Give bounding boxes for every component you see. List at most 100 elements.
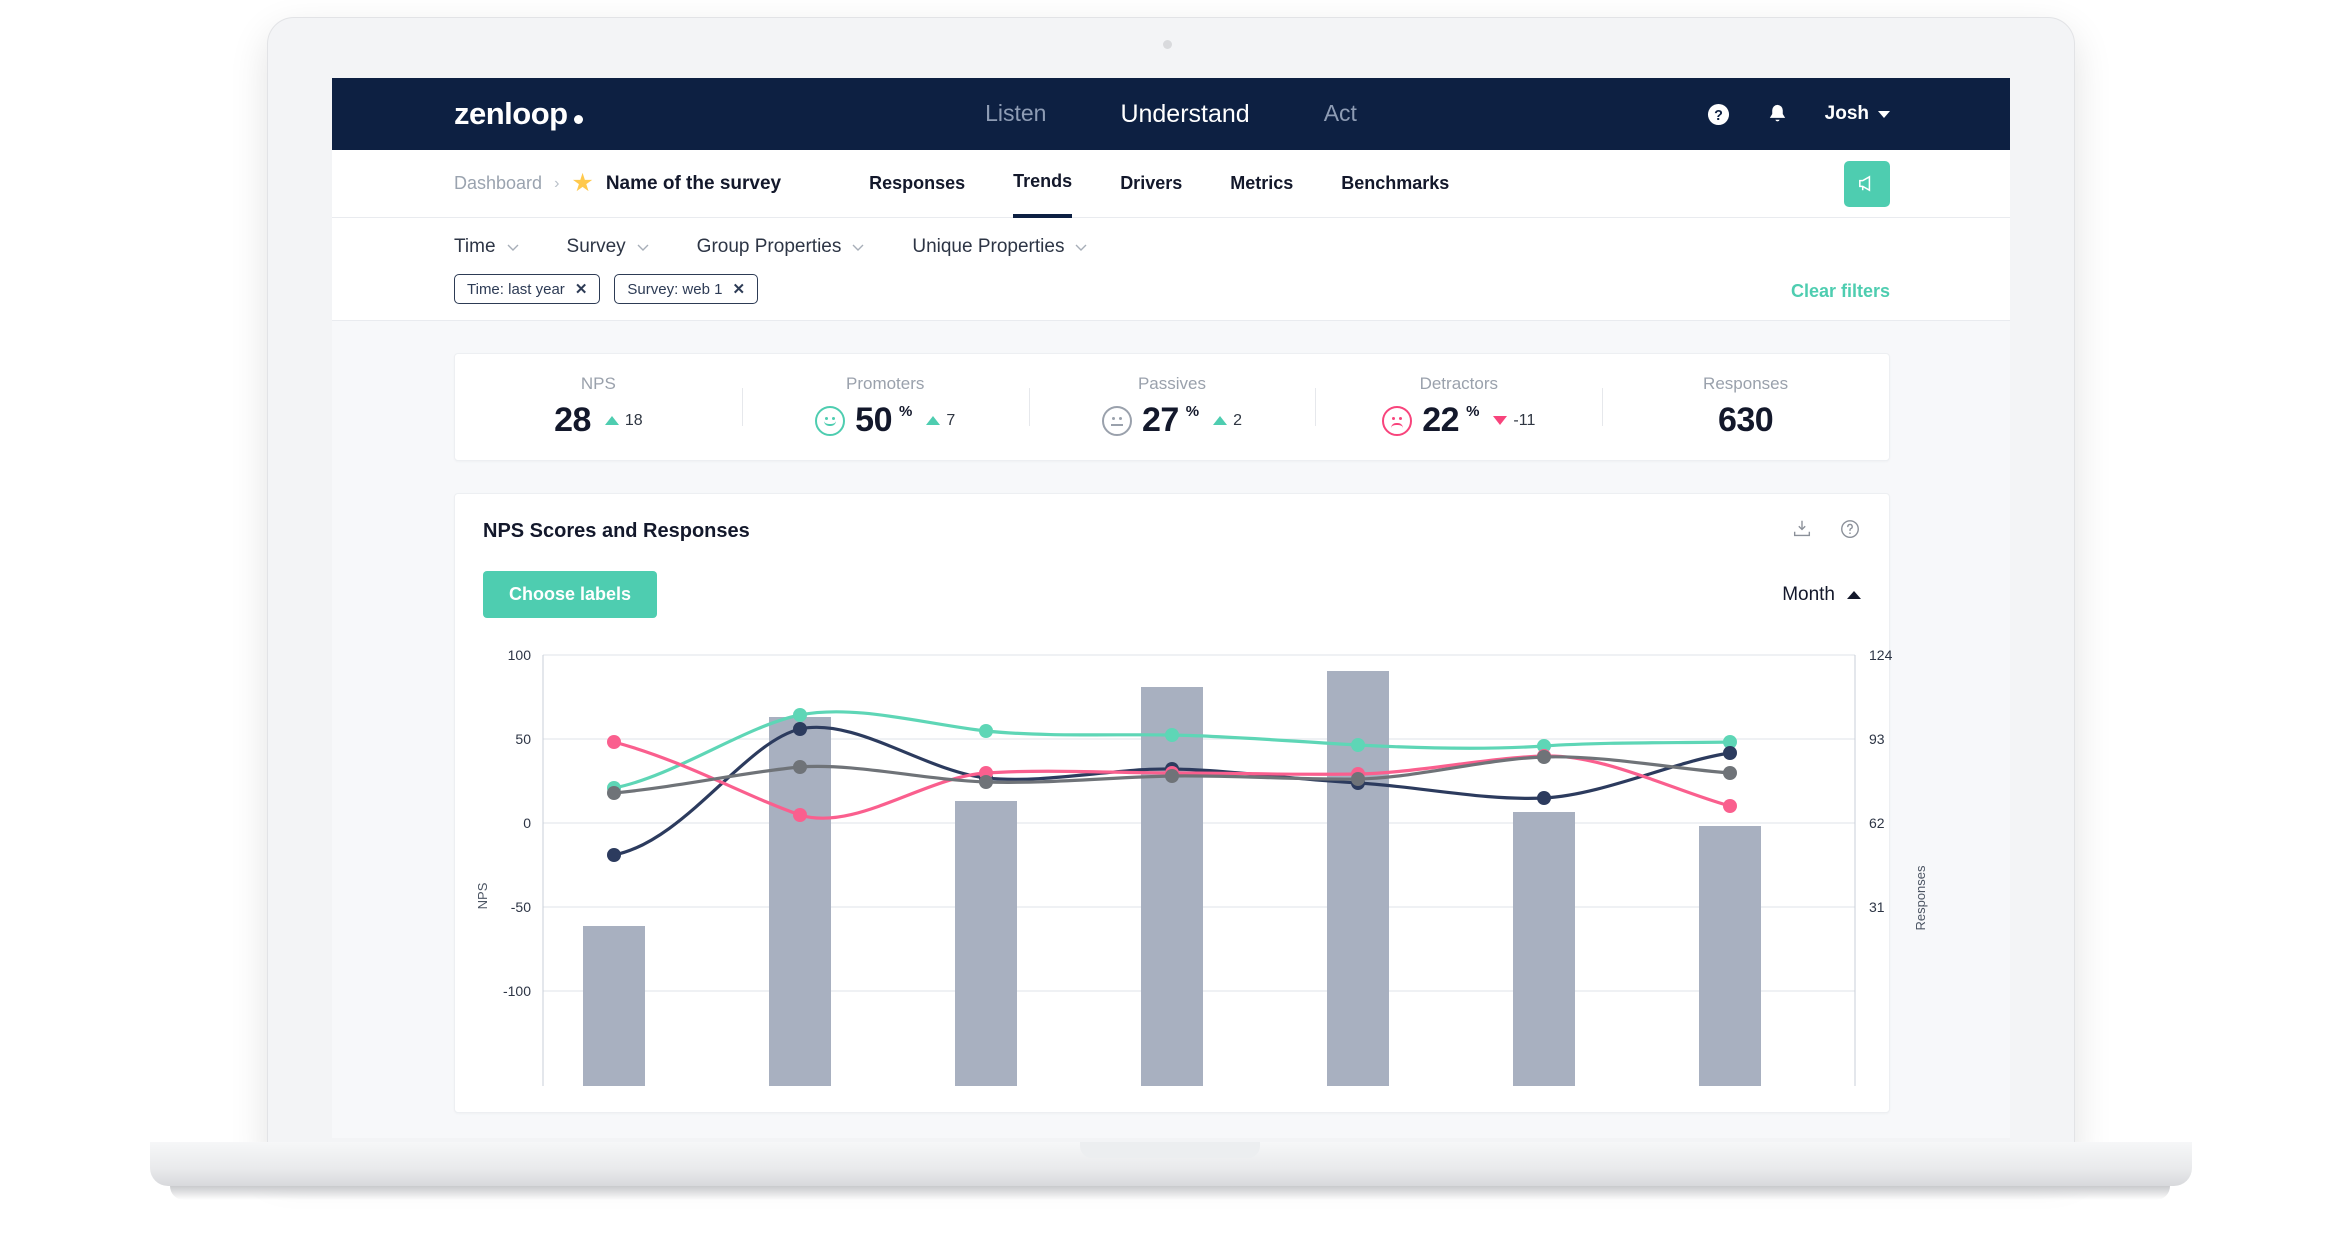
help-circle-icon[interactable] <box>1839 518 1861 545</box>
tab-drivers[interactable]: Drivers <box>1120 150 1182 218</box>
svg-text:100: 100 <box>508 647 532 663</box>
y2-axis-title: Responses <box>1913 865 1928 931</box>
megaphone-icon[interactable] <box>1844 161 1890 207</box>
kpi-delta: 7 <box>926 412 955 430</box>
filter-chip-time[interactable]: Time: last year ✕ <box>454 274 600 304</box>
kpi-unit: % <box>1466 403 1479 420</box>
filter-chip-label: Time: last year <box>467 281 565 298</box>
chart-header-actions <box>1791 518 1861 545</box>
chart-header: NPS Scores and Responses <box>455 494 1889 545</box>
bar-7 <box>1699 826 1761 1086</box>
kpi-value: 50 <box>855 401 892 440</box>
filter-label-group-properties: Group Properties <box>697 236 842 258</box>
kpi-delta: 2 <box>1213 412 1242 430</box>
kpi-delta-value: -11 <box>1513 412 1535 430</box>
breadcrumb: Dashboard › ★ Name of the survey <box>454 171 781 196</box>
kpi-delta: -11 <box>1493 412 1535 430</box>
chart-title: NPS Scores and Responses <box>483 520 750 543</box>
svg-text:50: 50 <box>515 731 531 747</box>
breadcrumb-dashboard[interactable]: Dashboard <box>454 173 542 194</box>
top-navigation-bar: zenloop Listen Understand Act ? Josh <box>332 78 2010 150</box>
svg-text:124: 124 <box>1869 647 1893 663</box>
laptop-camera <box>1163 40 1172 49</box>
kpi-label: Passives <box>1138 374 1206 394</box>
close-icon[interactable]: ✕ <box>575 280 588 298</box>
filter-chip-label: Survey: web 1 <box>627 281 722 298</box>
y-axis-title: NPS <box>475 882 490 909</box>
tab-trends[interactable]: Trends <box>1013 150 1072 218</box>
nav-item-listen[interactable]: Listen <box>985 100 1046 129</box>
chevron-down-icon <box>1075 244 1087 251</box>
star-icon[interactable]: ★ <box>571 171 593 196</box>
primary-nav: Listen Understand Act <box>332 100 2010 129</box>
kpi-delta-value: 7 <box>946 412 955 430</box>
tab-benchmarks[interactable]: Benchmarks <box>1341 150 1449 218</box>
filter-dropdowns: Time Survey Group Properties Unique Prop… <box>454 236 1890 258</box>
smiley-sad-icon <box>1382 406 1412 436</box>
bar-1 <box>583 926 645 1086</box>
filter-bar: Time Survey Group Properties Unique Prop… <box>332 218 2010 321</box>
triangle-up-icon <box>1213 416 1227 425</box>
smiley-neutral-icon <box>1102 406 1132 436</box>
caret-up-icon <box>1847 591 1861 599</box>
nps-chart-card: NPS Scores and Responses <box>454 493 1890 1113</box>
kpi-responses: Responses 630 <box>1602 374 1889 440</box>
chevron-down-icon <box>637 244 649 251</box>
clear-filters-button[interactable]: Clear filters <box>1791 281 1890 302</box>
kpi-value: 22 <box>1422 401 1459 440</box>
y-axis-ticks: 100 50 0 -50 -100 <box>503 647 531 999</box>
nav-item-understand[interactable]: Understand <box>1120 100 1249 129</box>
kpi-value: 27 <box>1142 401 1179 440</box>
svg-text:0: 0 <box>523 815 531 831</box>
page-title: Name of the survey <box>606 173 781 195</box>
download-icon[interactable] <box>1791 518 1813 545</box>
filter-dropdown-time[interactable]: Time <box>454 236 519 258</box>
svg-text:-50: -50 <box>511 899 531 915</box>
kpi-value: 630 <box>1718 401 1773 440</box>
triangle-up-icon <box>926 416 940 425</box>
filter-chip-survey[interactable]: Survey: web 1 ✕ <box>614 274 758 304</box>
bar-3 <box>955 801 1017 1086</box>
chart-plot-area: NPS Responses 100 50 <box>455 646 1889 1112</box>
kpi-label: Responses <box>1703 374 1788 394</box>
bar-6 <box>1513 812 1575 1086</box>
filter-dropdown-survey[interactable]: Survey <box>567 236 649 258</box>
filter-label-unique-properties: Unique Properties <box>912 236 1064 258</box>
laptop-shadow <box>170 1186 2170 1200</box>
kpi-detractors: Detractors 22 % -11 <box>1315 374 1602 440</box>
granularity-label: Month <box>1782 584 1835 606</box>
kpi-unit: % <box>1186 403 1199 420</box>
kpi-delta-value: 18 <box>625 412 643 430</box>
filter-dropdown-unique-properties[interactable]: Unique Properties <box>912 236 1087 258</box>
kpi-promoters: Promoters 50 % 7 <box>742 374 1029 440</box>
breadcrumb-separator: › <box>554 175 559 193</box>
laptop-mockup: zenloop Listen Understand Act ? Josh <box>0 0 2340 1250</box>
bar-4 <box>1141 687 1203 1086</box>
smiley-happy-icon <box>815 406 845 436</box>
kpi-passives: Passives 27 % 2 <box>1029 374 1316 440</box>
filter-label-survey: Survey <box>567 236 626 258</box>
laptop-base-notch <box>1080 1142 1260 1158</box>
nav-item-act[interactable]: Act <box>1324 100 1357 129</box>
close-icon[interactable]: ✕ <box>732 280 745 298</box>
filter-dropdown-group-properties[interactable]: Group Properties <box>697 236 865 258</box>
triangle-down-icon <box>1493 416 1507 425</box>
nps-responses-chart[interactable]: NPS Responses 100 50 <box>455 646 1991 1116</box>
kpi-delta-value: 2 <box>1233 412 1242 430</box>
survey-tabs: Responses Trends Drivers Metrics Benchma… <box>869 150 1449 218</box>
svg-text:62: 62 <box>1869 815 1885 831</box>
choose-labels-button[interactable]: Choose labels <box>483 571 657 618</box>
chevron-down-icon <box>852 244 864 251</box>
tab-metrics[interactable]: Metrics <box>1230 150 1293 218</box>
chart-controls: Choose labels Month <box>455 545 1889 618</box>
chevron-down-icon <box>507 244 519 251</box>
bar-5 <box>1327 671 1389 1086</box>
app-screen: zenloop Listen Understand Act ? Josh <box>332 78 2010 1138</box>
filter-label-time: Time <box>454 236 496 258</box>
kpi-unit: % <box>899 403 912 420</box>
svg-text:-100: -100 <box>503 983 531 999</box>
granularity-dropdown[interactable]: Month <box>1782 584 1861 606</box>
kpi-label: Promoters <box>846 374 924 394</box>
tab-responses[interactable]: Responses <box>869 150 965 218</box>
svg-text:93: 93 <box>1869 731 1885 747</box>
